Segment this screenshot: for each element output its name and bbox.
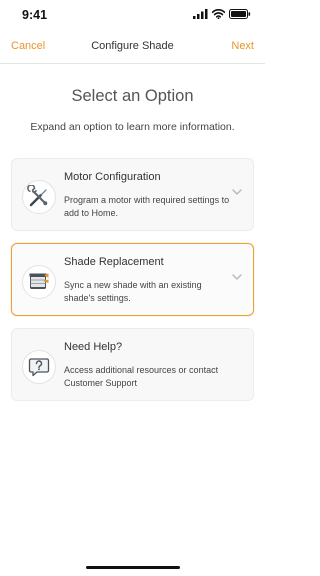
- page-title: Select an Option: [71, 87, 194, 105]
- status-bar: 9:41: [0, 0, 265, 30]
- option-need-help[interactable]: Need Help? Access additional resources o…: [11, 328, 254, 401]
- next-button[interactable]: Next: [231, 40, 254, 52]
- shade-icon: [22, 265, 56, 299]
- status-time: 9:41: [22, 8, 48, 22]
- status-icons: [193, 9, 251, 19]
- nav-title: Configure Shade: [91, 40, 174, 52]
- tools-icon: [22, 180, 56, 214]
- option-motor-configuration[interactable]: Motor Configuration Program a motor with…: [11, 158, 254, 231]
- battery-icon: [229, 9, 251, 19]
- help-bubble-icon: [22, 350, 56, 384]
- option-description: Program a motor with required settings t…: [64, 195, 230, 218]
- page-subtitle: Expand an option to learn more informati…: [30, 121, 235, 133]
- chevron-down-icon[interactable]: [232, 189, 242, 196]
- navigation-bar: Cancel Configure Shade Next: [0, 30, 265, 64]
- chevron-down-icon[interactable]: [232, 274, 242, 281]
- cellular-signal-icon: [193, 9, 208, 19]
- option-title: Motor Configuration: [64, 171, 161, 183]
- option-shade-replacement[interactable]: Shade Replacement Sync a new shade with …: [11, 243, 254, 316]
- home-indicator[interactable]: [86, 566, 180, 569]
- option-title: Need Help?: [64, 341, 123, 353]
- wifi-icon: [212, 9, 225, 19]
- option-title: Shade Replacement: [64, 256, 164, 268]
- option-description: Access additional resources or contact C…: [64, 365, 219, 388]
- option-description: Sync a new shade with an existing shade'…: [64, 280, 202, 303]
